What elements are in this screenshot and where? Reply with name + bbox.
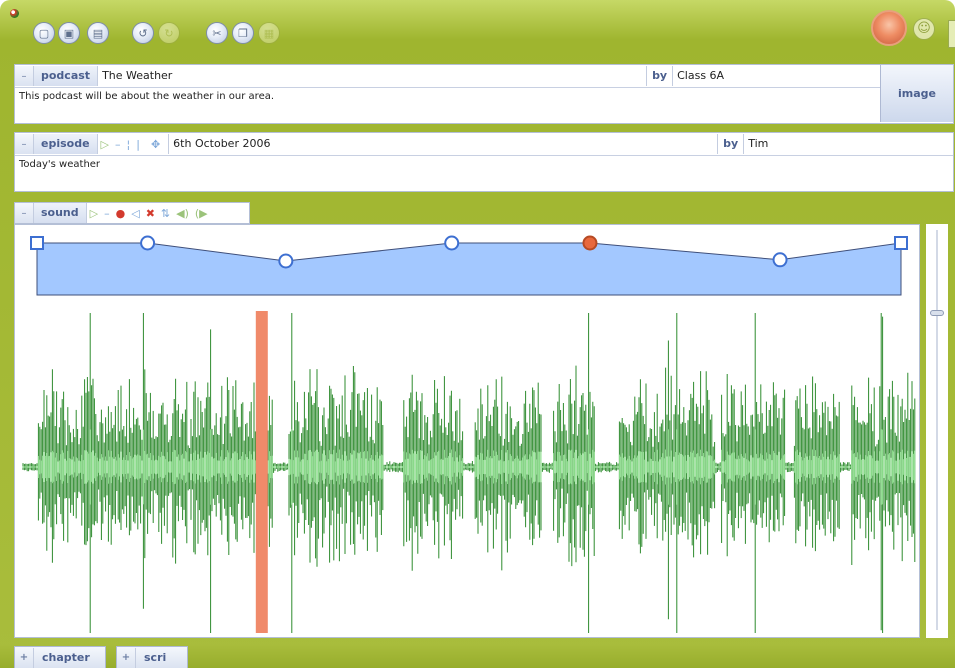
podcast-by-label: by xyxy=(652,69,668,82)
podcast-author-field[interactable]: Class 6A xyxy=(672,66,881,86)
overflow-handle[interactable] xyxy=(948,20,955,48)
move-icon[interactable]: ✥ xyxy=(143,138,168,151)
envelope-endpoint-handle[interactable] xyxy=(30,236,44,250)
waveform-editor[interactable] xyxy=(14,224,920,638)
copy-icon[interactable]: ❐ xyxy=(232,22,254,44)
trim-icon[interactable]: ◁ xyxy=(128,207,142,220)
fade-out-icon[interactable]: (▶ xyxy=(192,207,211,220)
undo-icon[interactable]: ↺ xyxy=(132,22,154,44)
episode-label: episode xyxy=(34,134,98,154)
podcast-collapse-button[interactable]: – xyxy=(15,66,34,86)
paste-icon[interactable]: ▦ xyxy=(258,22,280,44)
envelope-handle[interactable] xyxy=(140,235,156,251)
open-document-icon[interactable]: ▣ xyxy=(58,22,80,44)
fade-in-icon[interactable]: ◀) xyxy=(173,207,192,220)
tab-script-label: scri xyxy=(144,651,167,664)
volume-slider-thumb[interactable] xyxy=(930,310,944,316)
tab-script[interactable]: + scri xyxy=(116,646,188,668)
volume-slider-track xyxy=(936,230,938,630)
episode-panel: – episode ▷ – ¦ | ✥ 6th October 2006 by … xyxy=(14,132,954,192)
app-icon xyxy=(10,9,19,18)
sound-header: – sound ▷ – ● ◁ ✖ ⇅ ◀) (▶ xyxy=(14,202,250,224)
redo-icon[interactable]: ↻ xyxy=(158,22,180,44)
episode-by-label: by xyxy=(723,137,739,150)
expand-icon[interactable]: + xyxy=(117,647,136,668)
tab-chapter[interactable]: + chapter xyxy=(14,646,106,668)
tab-chapter-label: chapter xyxy=(42,651,90,664)
episode-description-field[interactable]: Today's weather xyxy=(19,159,100,170)
podcast-header: – podcast The Weather by Class 6A xyxy=(15,65,881,88)
episode-date-field[interactable]: 6th October 2006 xyxy=(169,134,717,154)
new-document-icon[interactable]: ▢ xyxy=(33,22,55,44)
podcast-description-field[interactable]: This podcast will be about the weather i… xyxy=(19,91,274,102)
sound-collapse-button[interactable]: – xyxy=(15,203,34,223)
previous-icon[interactable]: – xyxy=(101,207,113,220)
split-icon[interactable]: ⇅ xyxy=(158,207,173,220)
app-window: ▢ ▣ ▤ ↺ ↻ ✂ ❐ ▦ ☺ – podcast The Weather by Clas… xyxy=(0,0,955,668)
bottom-tab-bar: + chapter + scri xyxy=(0,644,955,668)
waveform-canvas[interactable] xyxy=(15,225,919,637)
user-avatar[interactable] xyxy=(871,10,907,46)
podcast-panel: – podcast The Weather by Class 6A This p… xyxy=(14,64,954,124)
main-toolbar: ▢ ▣ ▤ ↺ ↻ ✂ ❐ ▦ ☺ xyxy=(0,0,955,58)
envelope-handle[interactable] xyxy=(444,235,460,251)
play-icon[interactable]: ▷ xyxy=(98,138,112,151)
waveform xyxy=(22,313,916,633)
skip-icon[interactable]: ¦ xyxy=(124,138,134,151)
sound-label: sound xyxy=(34,203,87,223)
playhead-marker[interactable] xyxy=(255,311,268,633)
envelope-handle[interactable] xyxy=(772,252,788,268)
podcast-label: podcast xyxy=(34,66,99,86)
episode-author-field[interactable]: Tim xyxy=(743,134,953,154)
volume-slider[interactable] xyxy=(926,224,948,638)
record-icon[interactable]: ● xyxy=(113,207,129,220)
volume-envelope xyxy=(36,242,902,296)
expand-icon[interactable]: + xyxy=(15,647,34,668)
podcast-title-field[interactable]: The Weather xyxy=(98,66,646,86)
envelope-endpoint-handle[interactable] xyxy=(894,236,908,250)
image-button[interactable]: image xyxy=(880,65,953,122)
smiley-icon[interactable]: ☺ xyxy=(913,18,935,40)
episode-collapse-button[interactable]: – xyxy=(15,134,34,154)
delete-icon[interactable]: ✖ xyxy=(143,207,158,220)
save-icon[interactable]: ▤ xyxy=(87,22,109,44)
play-icon[interactable]: ▷ xyxy=(87,207,101,220)
episode-header: – episode ▷ – ¦ | ✥ 6th October 2006 by … xyxy=(15,133,953,156)
envelope-handle-selected[interactable] xyxy=(582,235,598,251)
envelope-handle[interactable] xyxy=(278,253,294,269)
previous-icon[interactable]: – xyxy=(112,138,124,151)
stop-icon[interactable]: | xyxy=(133,138,143,151)
cut-icon[interactable]: ✂ xyxy=(206,22,228,44)
